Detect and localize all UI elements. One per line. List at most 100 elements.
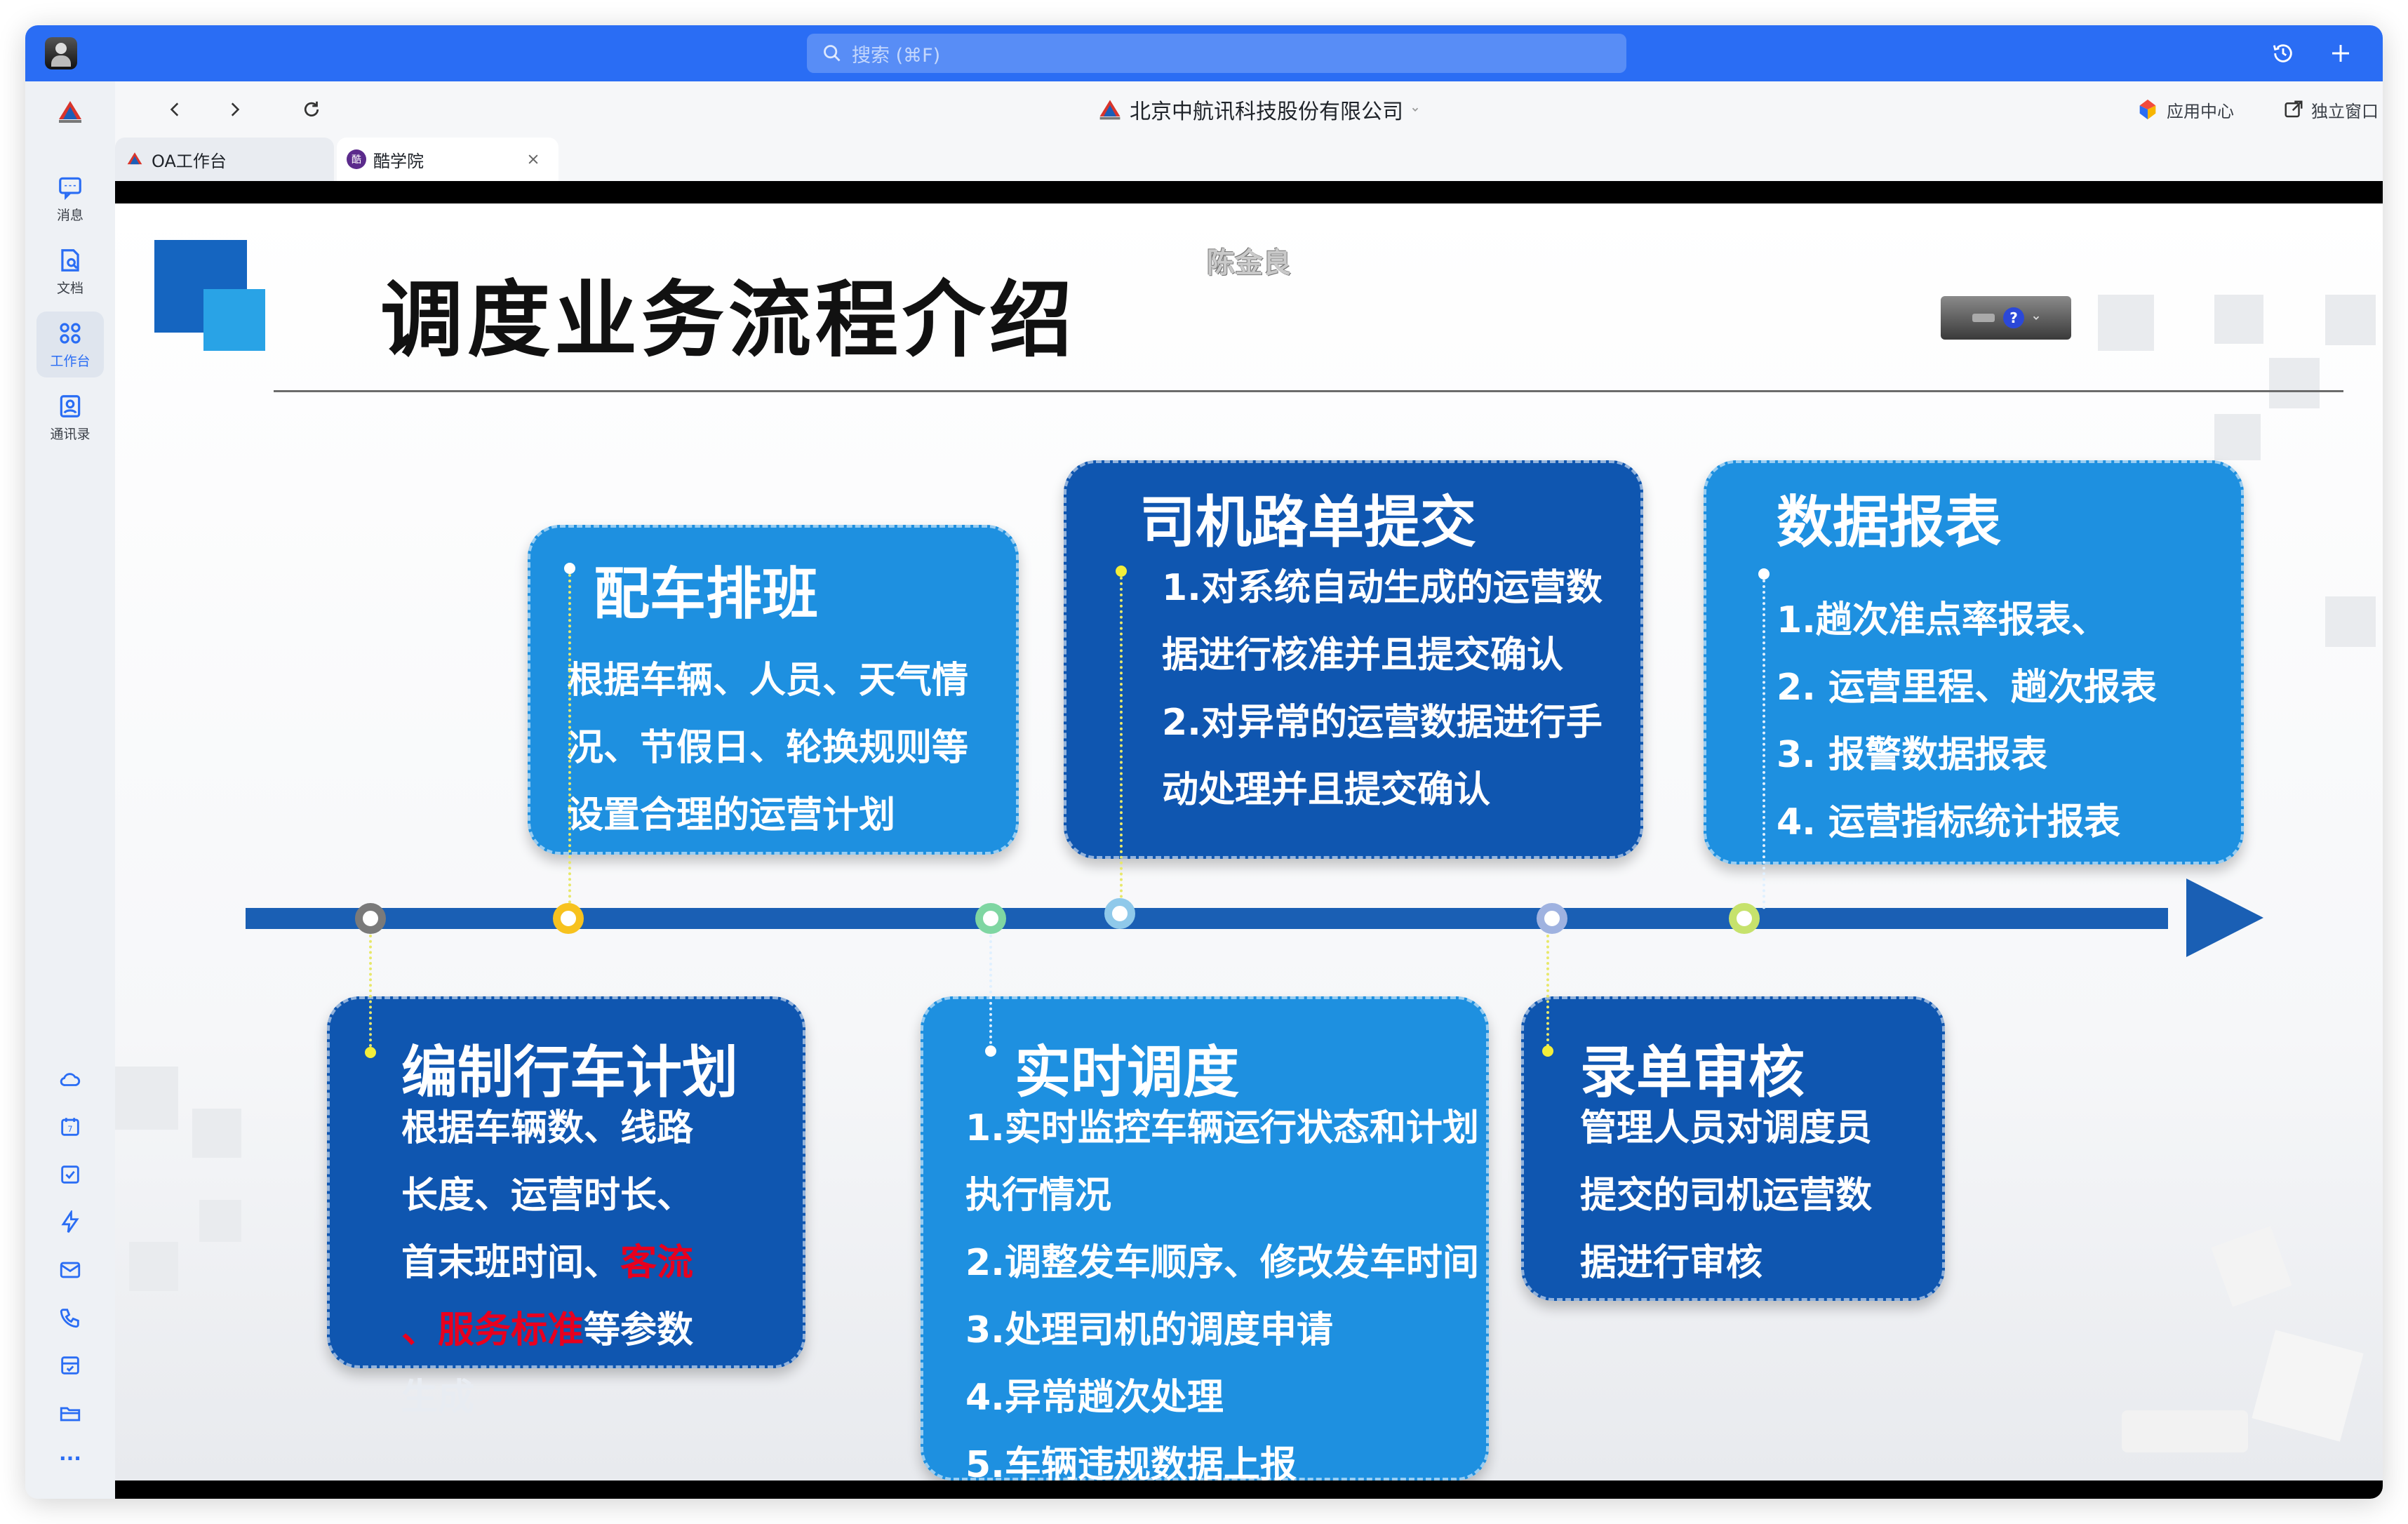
approval-icon <box>61 1356 79 1375</box>
connector-pin <box>1542 1045 1553 1057</box>
decor-square <box>2325 295 2376 345</box>
card-line: 2.对异常的运营数据进行手 <box>1162 702 1603 744</box>
decor-square <box>192 1109 241 1158</box>
message-icon <box>59 177 81 200</box>
connector-line <box>369 935 372 1052</box>
card-waybill-review: 录单审核 管理人员对调度员 提交的司机运营数 据进行审核 <box>1521 996 1945 1301</box>
reload-icon <box>304 101 319 116</box>
slide: 调度业务流程介绍 陈金良 ? 配车排班 根据车辆、人员、天气情 况、节假日、轮换… <box>115 203 2383 1480</box>
folder-button[interactable] <box>55 1398 86 1429</box>
company-logo-icon <box>1099 100 1121 120</box>
history-button[interactable] <box>2265 35 2301 72</box>
app-window: 搜索 (⌘F) 消息 文档 工作台 通讯录 7 ··· 北京中航讯科技股份有限公… <box>25 25 2383 1499</box>
connector-line <box>568 568 571 909</box>
search-box[interactable]: 搜索 (⌘F) <box>807 34 1626 73</box>
tab-bar: OA工作台 酷 酷学院 <box>115 138 2383 181</box>
cloud-button[interactable] <box>55 1064 86 1095</box>
card-line: 4.异常趟次处理 <box>965 1377 1224 1419</box>
card-line: 、服务标准等参数 <box>401 1297 693 1364</box>
card-realtime-dispatch: 实时调度 1.实时监控车辆运行状态和计划 执行情况 2.调整发车顺序、修改发车时… <box>921 996 1489 1480</box>
title-decor-square <box>203 289 265 351</box>
back-button[interactable] <box>160 94 191 125</box>
timeline-arrowhead <box>2186 878 2263 957</box>
card-title: 配车排班 <box>594 561 818 627</box>
chevron-down-icon <box>1412 107 1419 112</box>
card-line: 1.趟次准点率报表、 <box>1777 599 2108 641</box>
connector-pin <box>1758 568 1770 580</box>
calendar-button[interactable]: 7 <box>55 1111 86 1142</box>
card-line: 据进行核准并且提交确认 <box>1162 634 1564 676</box>
standalone-window-button[interactable]: 独立窗口 <box>2283 94 2379 125</box>
decor-square <box>115 1067 178 1130</box>
card-line: 根据车辆数、线路 <box>401 1107 694 1149</box>
sidebar-item-label: 消息 <box>56 207 83 223</box>
folder-icon <box>60 1407 81 1422</box>
tab-label: 酷学院 <box>373 151 424 171</box>
card-line: 执行情况 <box>965 1175 1112 1217</box>
card-line: 首末班时间、客流 <box>401 1229 693 1297</box>
decor-square <box>2098 295 2154 351</box>
card-line: 况、节假日、轮换规则等 <box>567 727 969 769</box>
cloud-icon <box>60 1073 81 1086</box>
decor-cube <box>2211 1226 2292 1307</box>
slide-author: 陈金良 <box>1207 247 1291 279</box>
mail-button[interactable] <box>55 1255 86 1285</box>
company-logo-icon <box>125 149 145 169</box>
sidebar-item-documents[interactable]: 文档 <box>36 239 104 305</box>
plus-icon <box>2332 45 2349 62</box>
timeline-node <box>1104 898 1135 929</box>
card-text: 首末班时间、 <box>401 1242 621 1284</box>
forward-button[interactable] <box>219 94 250 125</box>
more-icon[interactable]: ··· <box>55 1443 86 1473</box>
connector-line <box>1762 574 1765 909</box>
sidebar-item-workbench[interactable]: 工作台 <box>36 312 104 377</box>
left-sidebar: 消息 文档 工作台 通讯录 7 ··· <box>25 81 116 1499</box>
card-text: 等参数 <box>584 1309 694 1351</box>
close-icon[interactable] <box>526 152 540 166</box>
todo-button[interactable] <box>55 1159 86 1190</box>
phone-button[interactable] <box>55 1302 86 1333</box>
connector-line <box>1120 571 1123 909</box>
connector-line <box>989 935 992 1044</box>
sidebar-item-messages[interactable]: 消息 <box>36 166 104 232</box>
svg-text:7: 7 <box>67 1124 72 1134</box>
card-line: 5.车辆违规数据上报 <box>965 1444 1297 1480</box>
card-line: 3.处理司机的调度申请 <box>965 1309 1333 1351</box>
decor-square <box>129 1242 178 1291</box>
card-line: 生成 <box>401 1377 475 1419</box>
avatar[interactable] <box>45 37 77 69</box>
help-icon[interactable]: ? <box>2003 307 2024 328</box>
card-line: 2.调整发车顺序、修改发车时间 <box>965 1242 1479 1284</box>
workbench-icon <box>60 322 81 344</box>
decor-cube <box>2252 1330 2364 1442</box>
card-line: 1.对系统自动生成的运营数 <box>1162 567 1603 609</box>
add-button[interactable] <box>2322 35 2359 72</box>
tab-label: OA工作台 <box>152 151 227 171</box>
lightning-button[interactable] <box>55 1207 86 1238</box>
timeline-bar <box>246 908 2168 929</box>
sidebar-item-label: 通讯录 <box>50 426 91 442</box>
card-line: 2. 运营里程、趟次报表 <box>1777 667 2158 709</box>
content-area: 调度业务流程介绍 陈金良 ? 配车排班 根据车辆、人员、天气情 况、节假日、轮换… <box>115 181 2383 1499</box>
search-icon <box>824 45 841 62</box>
tab-oa-workbench[interactable]: OA工作台 <box>115 138 334 181</box>
sidebar-item-label: 文档 <box>56 280 83 296</box>
card-line: 设置合理的运营计划 <box>567 794 896 836</box>
highlight-text: 、服务标准 <box>401 1309 584 1351</box>
card-timetable-planning: 编制行车计划 根据车辆数、线路 长度、运营时长、 首末班时间、客流 、服务标准等… <box>327 996 805 1419</box>
chevron-left-icon <box>170 102 179 116</box>
phone-icon <box>60 1309 79 1328</box>
connector-pin <box>1116 566 1127 577</box>
timeline-node <box>1537 903 1567 934</box>
org-logo[interactable] <box>49 100 91 136</box>
tab-kuxueyuan[interactable]: 酷 酷学院 <box>337 138 558 181</box>
sidebar-item-contacts[interactable]: 通讯录 <box>36 385 104 450</box>
card-title: 数据报表 <box>1777 490 2001 555</box>
app-center-button[interactable]: 应用中心 <box>2136 94 2234 125</box>
chevron-right-icon <box>231 102 240 116</box>
site-title[interactable]: 北京中航讯科技股份有限公司 <box>1097 94 1420 125</box>
search-placeholder: 搜索 (⌘F) <box>852 44 941 67</box>
reload-button[interactable] <box>296 94 327 125</box>
presentation-toolbar[interactable]: ? <box>1941 296 2071 340</box>
approval-button[interactable] <box>55 1350 86 1381</box>
